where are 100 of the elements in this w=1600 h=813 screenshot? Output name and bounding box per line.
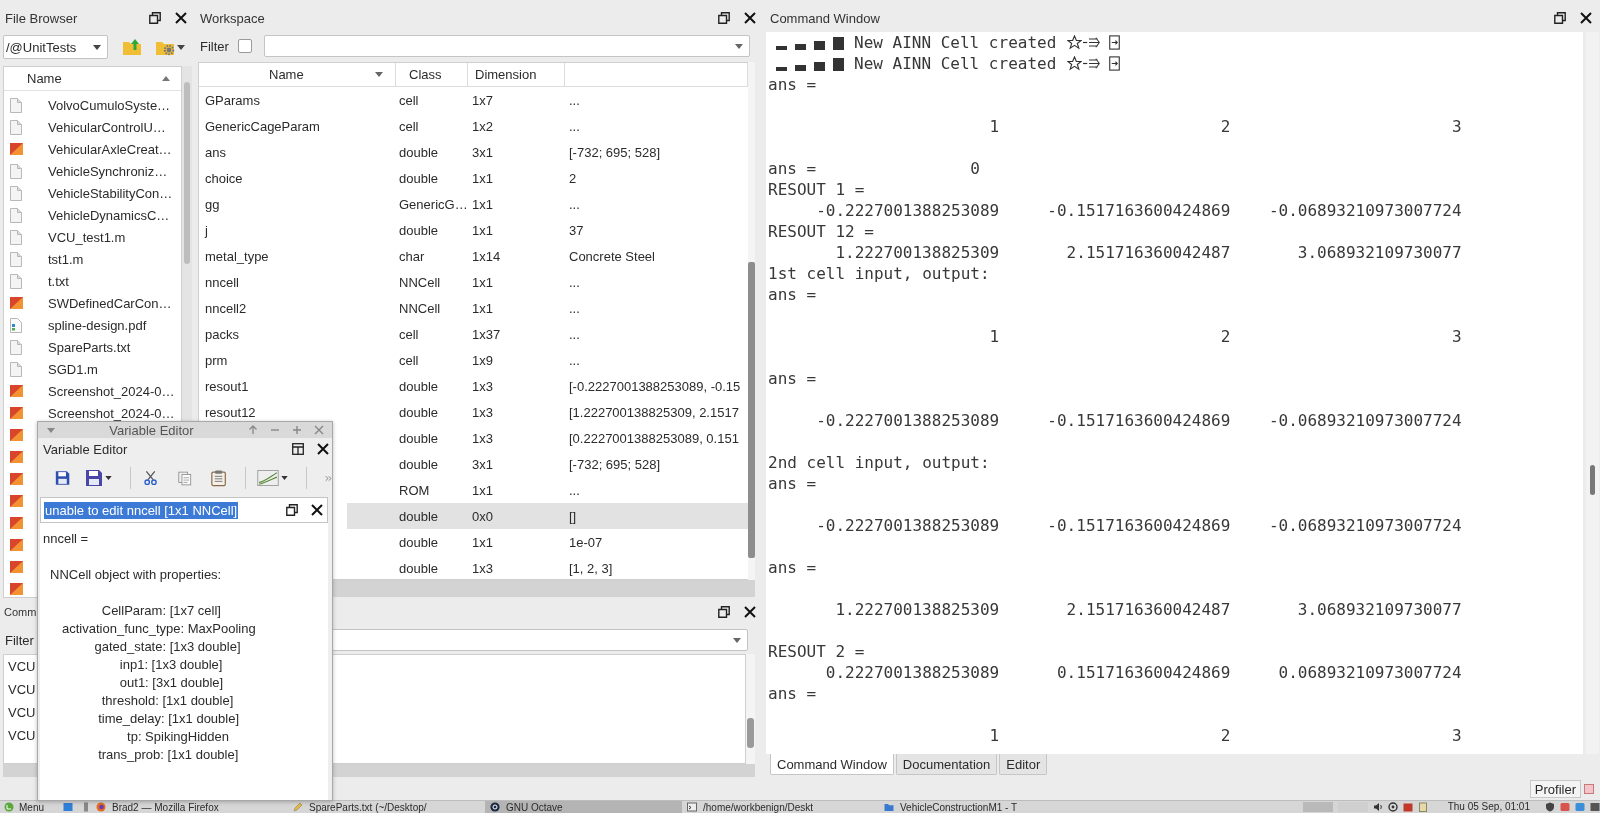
close-icon[interactable] [1580,12,1592,24]
table-row[interactable]: ROM 1x1 ... [347,477,748,503]
table-cell: 1e-07 [569,534,603,550]
shield-icon[interactable] [1545,802,1555,812]
column-header[interactable]: Dimension [468,63,565,86]
file-item[interactable]: Screenshot_2024-0… [4,402,181,424]
history-item[interactable]: VCU [8,682,36,697]
workspace-switcher-icon[interactable] [1302,802,1333,812]
column-header[interactable]: Name [4,67,181,91]
arrow-up-icon[interactable] [248,425,258,435]
variable-tab[interactable]: unable to edit nncell [1x1 NNCell] [44,501,239,519]
tab[interactable]: Command Window [770,754,894,775]
restore-icon[interactable] [1554,12,1566,24]
restore-icon[interactable] [718,606,730,618]
table-row[interactable]: gg GenericG… 1x1 ... [199,191,748,217]
tile-icon[interactable] [1575,802,1585,812]
file-item[interactable]: VCU_test1.m [4,226,181,248]
file-item[interactable]: SpareParts.txt [4,336,181,358]
table-row[interactable]: double 1x1 1e-07 [347,529,748,555]
save-as-button[interactable] [85,469,113,487]
maximize-icon[interactable] [292,425,302,435]
file-item[interactable]: SWDefinedCarCon… [4,292,181,314]
clock[interactable]: Thu 05 Sep, 01:01 [1447,801,1530,813]
taskbar-button[interactable]: Brad2 — Mozilla Firefox [91,801,288,813]
undock-icon[interactable] [292,443,304,455]
copy-icon[interactable] [178,469,193,487]
column-header[interactable]: Class [396,63,468,86]
tile-icon[interactable] [1590,802,1600,812]
table-row[interactable]: ans double 3x1 [-732; 695; 528] [199,139,748,165]
output-line: RESOUT 2 = [768,641,865,662]
taskbar-button[interactable]: SpareParts.txt (~/Desktop/ [288,801,485,813]
table-row[interactable]: double 0x0 [] [347,503,748,529]
taskbar-button[interactable]: /home/workbenign/Deskt [682,801,879,813]
file-item[interactable]: VehicleStabilityCon… [4,182,181,204]
file-item[interactable]: spline-design.pdf [4,314,181,336]
table-row[interactable]: double 1x3 [1, 2, 3] [347,555,748,579]
menu-caret-icon[interactable] [47,427,55,433]
file-item[interactable]: VehicleSynchroniz… [4,160,181,182]
tab[interactable]: Editor [999,754,1048,775]
file-item[interactable]: tst1.m [4,248,181,270]
history-item[interactable]: VCU [8,659,36,674]
workspace-switcher-icon[interactable] [1337,802,1368,812]
tile-icon[interactable] [1560,802,1570,812]
file-item[interactable]: VehicularAxleCreat… [4,138,181,160]
taskbar-button[interactable]: GNU Octave [485,801,682,813]
desktop-tile-icon[interactable] [63,802,73,812]
close-icon[interactable] [317,443,329,455]
file-item[interactable]: VolvoCumuloSyste… [4,94,181,116]
taskbar-button[interactable]: VehicleConstructionM1 - T [879,801,1076,813]
table-cell: 1x9 [472,352,493,368]
paste-icon[interactable] [211,468,227,488]
folder-up-icon[interactable] [122,38,142,56]
file-item[interactable]: Screenshot_2024-0… [4,380,181,402]
history-item[interactable]: VCU [8,705,36,720]
restore-icon[interactable] [718,12,730,24]
file-item[interactable]: VehicleDynamicsC… [4,204,181,226]
scrollbar[interactable] [1586,32,1599,754]
note-icon[interactable] [1417,802,1428,812]
cut-icon[interactable] [143,469,159,487]
file-item[interactable]: SGD1.m [4,358,181,380]
path-combo[interactable]: /@UnitTests [3,35,108,59]
save-as-icon [85,469,104,487]
ring-icon[interactable] [1387,802,1398,812]
strip-icon[interactable] [81,802,91,812]
file-item[interactable]: t.txt [4,270,181,292]
plot-button[interactable] [257,470,289,486]
file-item[interactable]: VehicularControlU… [4,116,181,138]
table-row[interactable]: GenericCageParam cell 1x2 ... [199,113,748,139]
restore-icon[interactable] [149,12,161,24]
table-row[interactable]: prm cell 1x9 ... [199,347,748,373]
close-icon[interactable] [311,504,323,516]
close-icon[interactable] [744,606,756,618]
table-row[interactable]: choice double 1x1 2 [199,165,748,191]
profiler-button[interactable]: Profiler [1529,780,1581,798]
column-header[interactable]: Name [199,63,396,86]
menu-button[interactable]: Menu [0,801,55,813]
scrollbar[interactable] [746,654,755,764]
close-icon[interactable] [744,12,756,24]
output-value: -0.06893210973007724 [1268,411,1462,430]
tile-icon[interactable] [1402,802,1413,812]
menu-icon [4,802,14,812]
table-row[interactable]: double 1x3 [0.2227001388253089, 0.151 [347,425,748,451]
table-row[interactable]: j double 1x1 37 [199,217,748,243]
table-row[interactable]: GParams cell 1x7 ... [199,87,748,113]
panel-title: Comm [4,606,37,618]
table-row[interactable]: resout12 double 1x3 [1.222700138825309, 2.1517 [199,399,748,425]
table-row[interactable]: metal_type char 1x14 Concrete Steel [199,243,748,269]
speaker-icon[interactable] [1372,802,1383,812]
close-icon[interactable] [175,12,187,24]
restore-icon[interactable] [286,504,298,516]
table-row[interactable]: double 3x1 [-732; 695; 528] [347,451,748,477]
scrollbar[interactable] [748,62,755,580]
table-row[interactable]: resout1 double 1x3 [-0.2227001388253089, -0.15 [199,373,748,399]
table-row[interactable]: packs cell 1x37 ... [199,321,748,347]
table-row[interactable]: nncell2 NNCell 1x1 ... [199,295,748,321]
history-item[interactable]: VCU [8,728,36,743]
tab[interactable]: Documentation [895,754,998,775]
table-row[interactable]: nncell NNCell 1x1 ... [199,269,748,295]
filter-checkbox[interactable] [237,39,252,53]
save-icon[interactable] [55,469,71,487]
